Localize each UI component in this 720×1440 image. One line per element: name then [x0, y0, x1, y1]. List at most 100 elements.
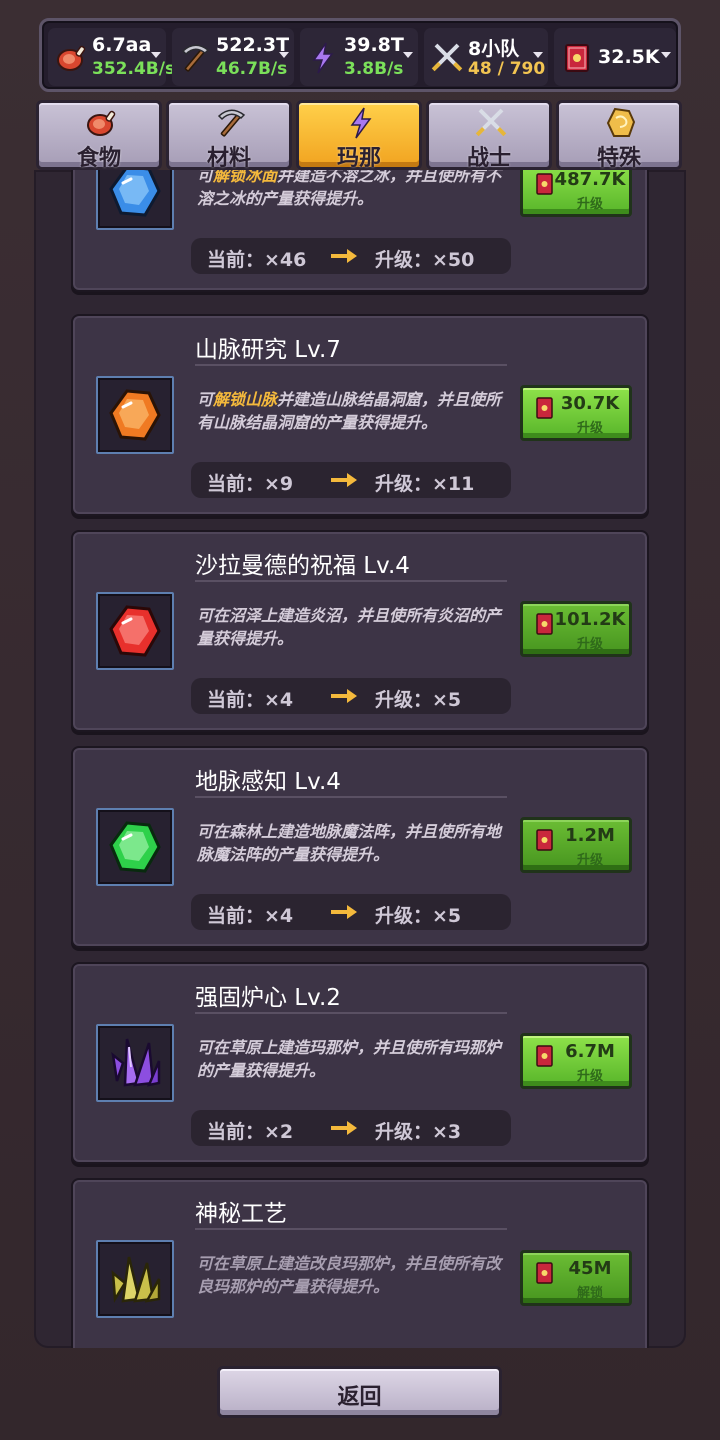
arrow-right-icon: [331, 473, 357, 487]
yellow-crystal-icon: [111, 1256, 161, 1303]
upgrade-cost: 101.2K: [554, 609, 626, 630]
upgrade-icon-frame: [96, 170, 174, 230]
upgrade-icon-frame: [96, 808, 174, 886]
chevron-down-icon: [661, 52, 671, 58]
resource-spellbook[interactable]: 32.5K: [554, 28, 676, 86]
gold-rune-icon: [606, 107, 636, 137]
unlock-button[interactable]: 45M 解锁: [520, 1250, 632, 1306]
upgrade-button[interactable]: 1.2M 升级: [520, 817, 632, 873]
upgrade-icon-frame: [96, 376, 174, 454]
upgrade-stats: 当前：×4 升级：×5: [191, 894, 511, 930]
meat-icon: [87, 110, 116, 136]
mana-rate: 3.8B/s: [344, 59, 404, 79]
upgrade-card-furnace: 强固炉心 Lv.2 可在草原上建造玛那炉，并且使所有玛那炉的产量获得提升。 当前…: [71, 962, 649, 1164]
chevron-down-icon: [403, 52, 413, 58]
upgrade-stats: 当前：×9 升级：×11: [191, 462, 511, 498]
next-multiplier: 升级：×3: [375, 1121, 462, 1143]
upgrade-button[interactable]: 6.7M 升级: [520, 1033, 632, 1089]
food-rate: 352.4B/s: [92, 59, 176, 79]
upgrade-action-label: 升级: [576, 637, 603, 652]
upgrade-cost: 6.7M: [565, 1041, 615, 1062]
chevron-down-icon: [279, 52, 289, 58]
upgrade-title: 沙拉曼德的祝福 Lv.4: [195, 553, 410, 579]
tab-special-label: 特殊: [596, 146, 641, 171]
game-screen: 6.7aa 352.4B/s 522.3T 46.7B/s 39.8T 3.8B…: [0, 0, 720, 1440]
tab-warriors[interactable]: 战士: [426, 100, 552, 171]
title-divider: [195, 1228, 507, 1230]
arrow-right-icon: [331, 249, 357, 263]
upgrade-action-label: 升级: [576, 853, 603, 868]
title-divider: [195, 580, 507, 582]
spellbook-icon: [536, 397, 553, 419]
resource-mana[interactable]: 39.8T 3.8B/s: [300, 28, 418, 86]
upgrade-cost: 30.7K: [560, 393, 620, 414]
upgrade-card-leyline: 地脉感知 Lv.4 可在森林上建造地脉魔法阵，并且使所有地脉魔法阵的产量获得提升…: [71, 746, 649, 948]
upgrade-action-label: 升级: [576, 197, 603, 212]
next-multiplier: 升级：×50: [375, 249, 475, 271]
next-multiplier: 升级：×5: [375, 689, 462, 711]
upgrade-card-mystic-craft: 神秘工艺 可在草原上建造改良玛那炉，并且使所有改良玛那炉的产量获得提升。 45M…: [71, 1178, 649, 1348]
food-amount: 6.7aa: [92, 34, 152, 56]
tab-mana-label: 玛那: [336, 146, 381, 171]
upgrade-cost: 1.2M: [565, 825, 615, 846]
spellbook-amount: 32.5K: [598, 46, 660, 68]
lightning-icon: [312, 42, 334, 74]
resource-material[interactable]: 522.3T 46.7B/s: [172, 28, 294, 86]
material-rate: 46.7B/s: [216, 59, 288, 79]
tab-material-label: 材料: [206, 146, 251, 171]
upgrade-icon-frame: [96, 1240, 174, 1318]
unlock-action-label: 解锁: [576, 1286, 603, 1301]
resource-bar: 6.7aa 352.4B/s 522.3T 46.7B/s 39.8T 3.8B…: [39, 18, 681, 92]
resource-warriors[interactable]: 8小队 48 / 790: [424, 28, 548, 86]
upgrade-card-ice: 可解锁冰面并建造不溶之冰，并且使所有不溶之冰的产量获得提升。 当前：×46 升级…: [71, 170, 649, 292]
upgrade-title: 地脉感知 Lv.4: [195, 769, 341, 795]
tab-special[interactable]: 特殊: [556, 100, 682, 171]
upgrade-button[interactable]: 30.7K 升级: [520, 385, 632, 441]
upgrade-description: 可解锁冰面并建造不溶之冰，并且使所有不溶之冰的产量获得提升。: [197, 170, 507, 210]
current-multiplier: 当前：×4: [207, 905, 294, 927]
warrior-capacity: 48 / 790: [468, 59, 546, 79]
upgrade-stats: 当前：×4 升级：×5: [191, 678, 511, 714]
blue-gem-icon: [109, 170, 161, 217]
next-multiplier: 升级：×5: [375, 905, 462, 927]
green-gem-icon: [109, 821, 161, 873]
upgrade-action-label: 升级: [576, 421, 603, 436]
title-divider: [195, 364, 507, 366]
crossed-swords-icon: [475, 108, 507, 137]
arrow-right-icon: [331, 905, 357, 919]
upgrade-button[interactable]: 101.2K 升级: [520, 601, 632, 657]
pickaxe-icon: [181, 44, 210, 72]
crossed-swords-icon: [431, 43, 463, 72]
tab-food[interactable]: 食物: [36, 100, 162, 171]
spellbook-icon: [536, 173, 553, 195]
arrow-right-icon: [331, 689, 357, 703]
upgrade-button[interactable]: 487.7K 升级: [520, 170, 632, 217]
purple-crystal-icon: [111, 1038, 161, 1087]
squad-count: 8小队: [468, 38, 520, 60]
upgrade-list[interactable]: 可解锁冰面并建造不溶之冰，并且使所有不溶之冰的产量获得提升。 当前：×46 升级…: [34, 170, 686, 1348]
upgrade-cost: 487.7K: [554, 170, 626, 190]
back-button-label: 返回: [337, 1385, 382, 1410]
upgrade-icon-frame: [96, 592, 174, 670]
resource-food[interactable]: 6.7aa 352.4B/s: [48, 28, 175, 86]
spellbook-icon: [536, 1262, 553, 1284]
tab-food-label: 食物: [76, 146, 121, 171]
lightning-icon: [350, 107, 372, 139]
upgrade-card-salamander: 沙拉曼德的祝福 Lv.4 可在沼泽上建造炎沼，并且使所有炎沼的产量获得提升。 当…: [71, 530, 649, 732]
meat-icon: [57, 45, 86, 71]
upgrade-description: 可在沼泽上建造炎沼，并且使所有炎沼的产量获得提升。: [197, 606, 502, 648]
current-multiplier: 当前：×4: [207, 689, 294, 711]
upgrade-title: 强固炉心 Lv.2: [195, 985, 341, 1011]
orange-gem-icon: [109, 389, 161, 441]
upgrade-title: 山脉研究 Lv.7: [195, 337, 341, 363]
current-multiplier: 当前：×46: [207, 249, 307, 271]
title-divider: [195, 796, 507, 798]
upgrade-description: 可在草原上建造改良玛那炉，并且使所有改良玛那炉的产量获得提升。: [197, 1254, 502, 1296]
current-multiplier: 当前：×9: [207, 473, 294, 495]
red-gem-icon: [109, 605, 161, 657]
upgrade-stats: 当前：×2 升级：×3: [191, 1110, 511, 1146]
tab-material[interactable]: 材料: [166, 100, 292, 171]
back-button[interactable]: 返回: [217, 1366, 502, 1418]
upgrade-description: 可在草原上建造玛那炉，并且使所有玛那炉的产量获得提升。: [197, 1038, 502, 1080]
tab-mana[interactable]: 玛那: [296, 100, 422, 171]
